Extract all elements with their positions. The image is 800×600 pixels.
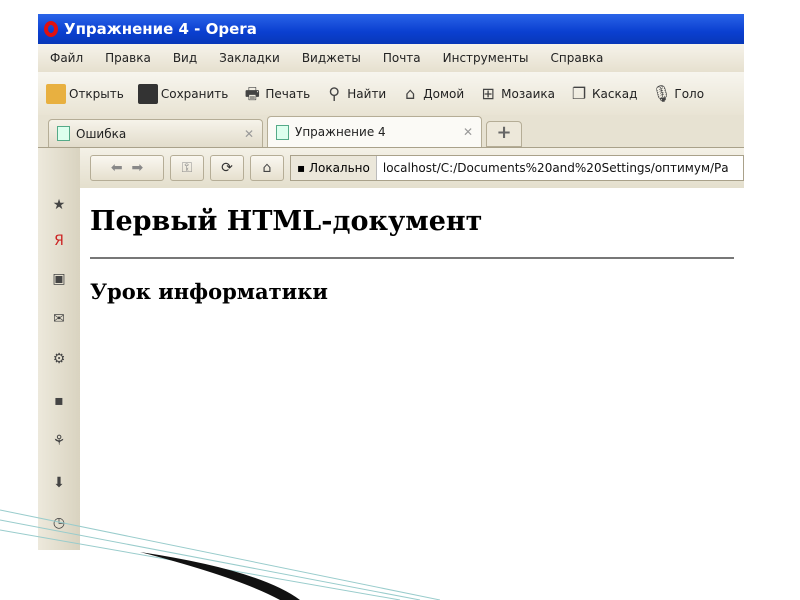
reload-icon: ⟳	[221, 160, 233, 176]
divider	[90, 257, 734, 259]
home-icon: ⌂	[405, 83, 416, 103]
bookmarks-icon[interactable]: ★	[50, 196, 68, 214]
voice-button[interactable]: 🎙 Голо	[651, 84, 704, 104]
menu-help[interactable]: Справка	[551, 51, 604, 65]
mail-icon[interactable]: ✉	[50, 310, 68, 328]
home-nav-button[interactable]: ⌂	[250, 155, 284, 181]
menu-view[interactable]: Вид	[173, 51, 197, 65]
page-icon	[276, 124, 289, 140]
find-button[interactable]: ⚲ Найти	[324, 84, 386, 104]
open-button[interactable]: Открыть	[46, 83, 124, 104]
home-icon: ⌂	[262, 160, 272, 176]
home-button[interactable]: ⌂ Домой	[400, 84, 464, 104]
save-icon	[137, 83, 158, 104]
page-heading: Первый HTML-документ	[90, 206, 483, 237]
browser-window: Упражнение 4 - Opera Файл Правка Вид Зак…	[38, 14, 744, 550]
computer-icon: ▪	[297, 161, 309, 175]
printer-icon: 🖶	[244, 83, 260, 103]
key-button[interactable]: ⚿	[170, 155, 204, 181]
back-forward-buttons[interactable]: ⬅ ➡	[90, 155, 164, 181]
tab-error[interactable]: Ошибка ✕	[48, 119, 263, 147]
toolbar: Открыть Сохранить 🖶 Печать ⚲ Найти ⌂ Домой …	[38, 72, 744, 115]
back-icon[interactable]: ⬅	[111, 160, 123, 176]
new-tab-button[interactable]: +	[486, 121, 522, 147]
tile-icon: ⊞	[481, 83, 495, 103]
key-icon: ⚿	[181, 160, 193, 176]
notes-icon[interactable]: ▣	[50, 270, 68, 288]
cascade-icon: ❐	[571, 83, 587, 103]
close-tab-icon[interactable]: ✕	[244, 127, 254, 141]
close-tab-icon[interactable]: ✕	[463, 125, 473, 139]
window-title: Упражнение 4 - Opera	[64, 20, 257, 38]
links-icon[interactable]: ⚘	[50, 432, 68, 450]
print-button[interactable]: 🖶 Печать	[242, 84, 310, 104]
reload-button[interactable]: ⟳	[210, 155, 244, 181]
slide-decoration	[0, 509, 440, 600]
tab-bar: Ошибка ✕ Упражнение 4 ✕ +	[38, 115, 744, 148]
page-subheading: Урок информатики	[90, 279, 328, 304]
opera-logo-icon	[44, 21, 58, 37]
menu-edit[interactable]: Правка	[105, 51, 151, 65]
tab-exercise-4[interactable]: Упражнение 4 ✕	[267, 116, 482, 147]
local-badge[interactable]: ▪ Локально	[291, 156, 377, 180]
title-bar: Упражнение 4 - Opera	[38, 14, 744, 44]
folder-icon	[46, 83, 66, 104]
menu-widgets[interactable]: Виджеты	[302, 51, 361, 65]
cascade-button[interactable]: ❐ Каскад	[569, 83, 638, 104]
save-button[interactable]: Сохранить	[137, 83, 228, 104]
search-icon: ⚲	[328, 83, 341, 103]
menu-file[interactable]: Файл	[50, 51, 83, 65]
notes-icon[interactable]: ▪	[50, 392, 68, 410]
page-icon	[57, 126, 70, 141]
url-text[interactable]: localhost/C:/Documents%20and%20Settings/…	[377, 161, 729, 175]
menu-bookmarks[interactable]: Закладки	[219, 51, 280, 65]
widgets-icon[interactable]: ⚙	[50, 350, 68, 368]
yandex-icon[interactable]: Я	[50, 232, 68, 250]
menu-bar: Файл Правка Вид Закладки Виджеты Почта И…	[38, 44, 744, 72]
forward-icon[interactable]: ➡	[131, 160, 143, 176]
url-field[interactable]: ▪ Локально localhost/C:/Documents%20and%…	[290, 155, 744, 181]
microphone-icon: 🎙	[651, 83, 672, 103]
menu-tools[interactable]: Инструменты	[443, 51, 529, 65]
address-bar: ⬅ ➡ ⚿ ⟳ ⌂ ▪ Локально localhost/C:/Docume…	[80, 148, 744, 188]
menu-mail[interactable]: Почта	[383, 51, 421, 65]
tile-button[interactable]: ⊞ Мозаика	[478, 84, 555, 104]
